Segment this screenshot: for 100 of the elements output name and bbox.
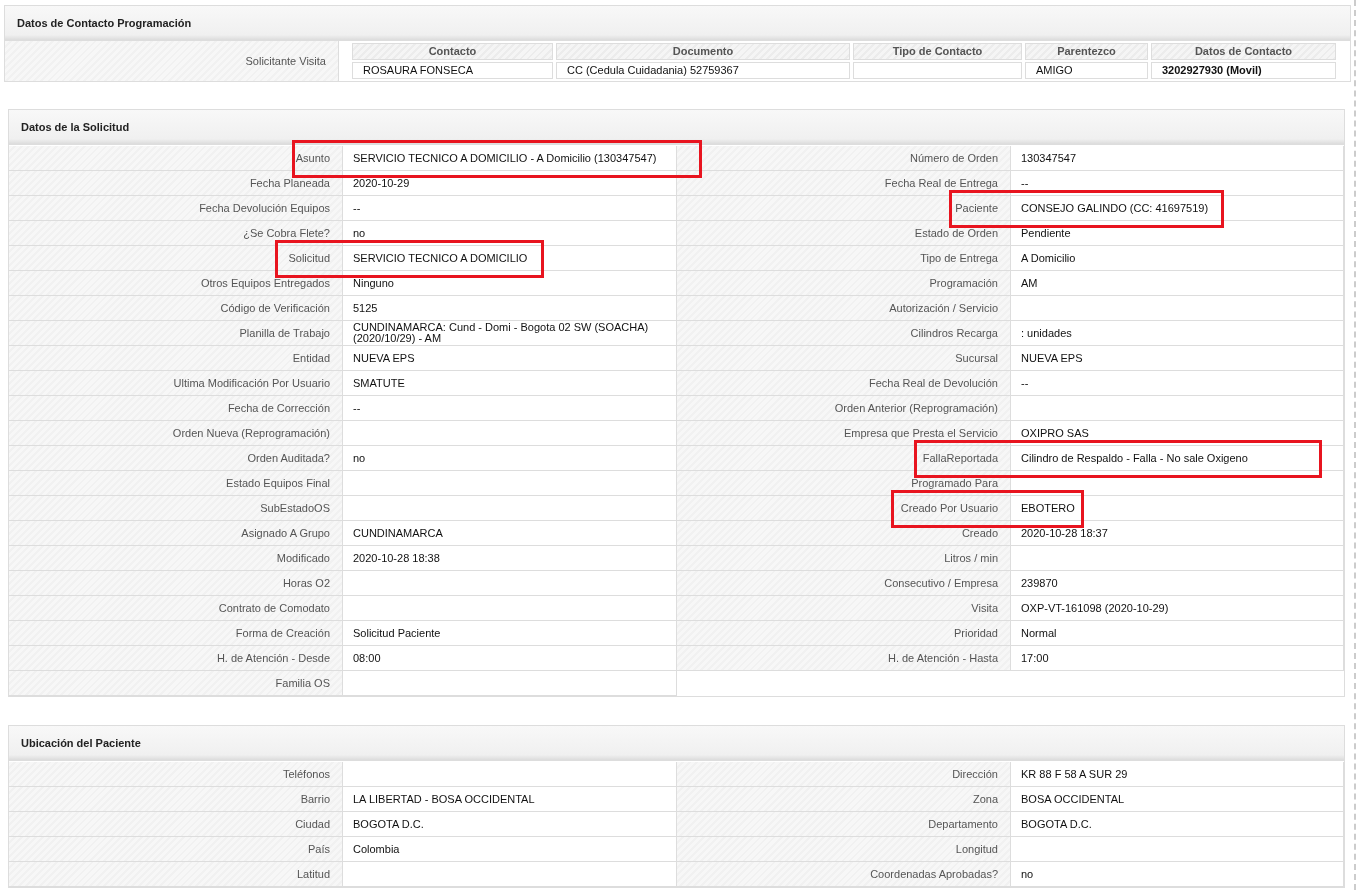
table-cell: CC (Cedula Cuidadania) 52759367 [556,62,850,79]
column-header: Documento [556,43,850,60]
field-label: País [9,837,343,861]
field-value: AM [1020,275,1039,291]
field-label: Fecha de Corrección [9,396,343,420]
field-value: 17:00 [1020,650,1050,666]
field-value: -- [352,200,362,216]
field-value: 2020-10-29 [352,175,411,191]
field-label: Paciente [677,196,1011,220]
field-value: SERVICIO TECNICO A DOMICILIO [352,250,529,266]
field-label: Visita [677,596,1011,620]
field-value: BOGOTA D.C. [352,816,425,832]
field-label: Dirección [677,762,1011,786]
field-label: Coordenadas Aprobadas? [677,862,1011,886]
field-label: Cilindros Recarga [677,321,1011,345]
field-value: 5125 [352,300,379,316]
field-label: Fecha Real de Entrega [677,171,1011,195]
field-label: Otros Equipos Entregados [9,271,343,295]
field-value: OXIPRO SAS [1020,425,1090,441]
field-label: H. de Atención - Hasta [677,646,1011,670]
column-header: Contacto [352,43,553,60]
field-label: Código de Verificación [9,296,343,320]
field-label: Estado de Orden [677,221,1011,245]
field-value: A Domicilio [1020,250,1077,266]
field-label: Contrato de Comodato [9,596,343,620]
field-value: BOSA OCCIDENTAL [1020,791,1126,807]
column-header: Tipo de Contacto [853,43,1022,60]
field-value: CUNDINAMARCA [352,525,444,541]
field-label: Número de Orden [677,146,1011,170]
section-title: Datos de la Solicitud [21,121,130,133]
field-label: Barrio [9,787,343,811]
field-value: Colombia [352,841,401,857]
table-cell: ROSAURA FONSECA [352,62,553,79]
field-label: Fecha Devolución Equipos [9,196,343,220]
column-header: Datos de Contacto [1151,43,1336,60]
section-title: Datos de Contacto Programación [17,17,192,29]
field-value: no [352,225,367,241]
field-value: NUEVA EPS [1020,350,1084,366]
field-value: Solicitud Paciente [352,625,442,641]
field-value: -- [1020,175,1030,191]
field-label: Prioridad [677,621,1011,645]
field-label: Creado Por Usuario [677,496,1011,520]
field-label: Teléfonos [9,762,343,786]
field-label: Horas O2 [9,571,343,595]
field-value: SMATUTE [352,375,406,391]
field-label: Tipo de Entrega [677,246,1011,270]
field-value: 2020-10-28 18:37 [1020,525,1109,541]
field-label: Familia OS [9,671,343,695]
field-label: Fecha Planeada [9,171,343,195]
field-value: Ninguno [352,275,395,291]
field-label: Creado [677,521,1011,545]
field-value: Normal [1020,625,1058,641]
field-label: Entidad [9,346,343,370]
field-value: no [1020,866,1035,882]
field-value: NUEVA EPS [352,350,416,366]
field-label: Asignado A Grupo [9,521,343,545]
table-cell: AMIGO [1025,62,1148,79]
column-header: Parentezco [1025,43,1148,60]
field-label: Programación [677,271,1011,295]
field-label: Sucursal [677,346,1011,370]
field-label: Ultima Modificación Por Usuario [9,371,343,395]
field-value: -- [352,400,362,416]
field-value: SERVICIO TECNICO A DOMICILIO - A Domicilio (130347547) [352,150,658,166]
field-label: Asunto [9,146,343,170]
field-value: 08:00 [352,650,382,666]
field-label: Orden Nueva (Reprogramación) [9,421,343,445]
field-label: Empresa que Presta el Servicio [677,421,1011,445]
field-label: Solicitante Visita [5,41,339,81]
field-label: Planilla de Trabajo [9,321,343,345]
field-value: -- [1020,375,1030,391]
field-label: Ciudad [9,812,343,836]
field-value: 2020-10-28 18:38 [352,550,441,566]
field-label: H. de Atención - Desde [9,646,343,670]
field-label: Autorización / Servicio [677,296,1011,320]
field-label: Solicitud [9,246,343,270]
field-value: CONSEJO GALINDO (CC: 41697519) [1020,200,1210,216]
field-label: Orden Anterior (Reprogramación) [677,396,1011,420]
field-value: : unidades [1020,325,1073,341]
field-label: Fecha Real de Devolución [677,371,1011,395]
field-value: 130347547 [1020,150,1078,166]
field-label: Longitud [677,837,1011,861]
field-value: 239870 [1020,575,1059,591]
field-label: Zona [677,787,1011,811]
field-value: EBOTERO [1020,500,1076,516]
field-label: Programado Para [677,471,1011,495]
field-value: Pendiente [1020,225,1072,241]
field-label: Orden Auditada? [9,446,343,470]
field-value: no [352,450,367,466]
field-label: FallaReportada [677,446,1011,470]
field-value: LA LIBERTAD - BOSA OCCIDENTAL [352,791,536,807]
field-value: BOGOTA D.C. [1020,816,1093,832]
field-label: ¿Se Cobra Flete? [9,221,343,245]
section-title: Ubicación del Paciente [21,737,141,749]
field-label: Consecutivo / Empresa [677,571,1011,595]
field-label: Estado Equipos Final [9,471,343,495]
field-label: Modificado [9,546,343,570]
field-label: Departamento [677,812,1011,836]
field-value: KR 88 F 58 A SUR 29 [1020,766,1129,782]
field-value: OXP-VT-161098 (2020-10-29) [1020,600,1170,616]
field-value: CUNDINAMARCA: Cund - Domi - Bogota 02 SW (SOACHA) (2020/10/29) - AM [352,321,650,345]
